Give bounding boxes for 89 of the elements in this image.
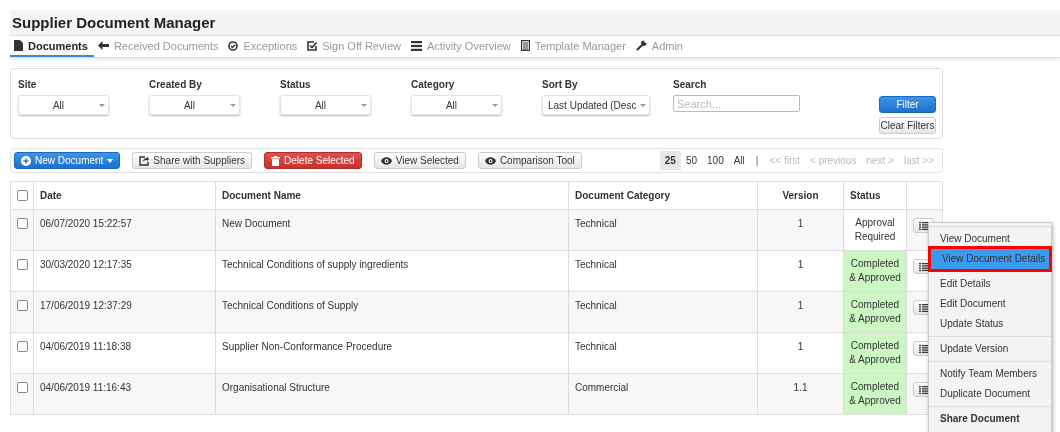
new-document-button[interactable]: New Document: [14, 152, 121, 169]
column-header: Date: [33, 181, 216, 210]
eye-icon: [380, 156, 392, 165]
trash-icon: [271, 155, 281, 166]
select-all-checkbox[interactable]: [17, 190, 28, 201]
column-header: Version: [757, 181, 844, 210]
list-icon: [918, 303, 929, 312]
field-label: Created By: [149, 79, 203, 90]
page-size-option[interactable]: 50: [680, 151, 702, 170]
category-cell: Commercial: [568, 373, 758, 415]
field-label: Site: [18, 79, 38, 90]
row-checkbox[interactable]: [17, 382, 28, 393]
dropdown[interactable]: All: [280, 95, 371, 115]
share-button[interactable]: Share with Suppliers: [132, 152, 253, 169]
category-cell: Technical: [568, 291, 758, 333]
category-cell: Technical: [568, 209, 758, 251]
version-cell: 1.1: [757, 373, 844, 415]
spreadsheet-icon: [520, 40, 530, 51]
menu-item[interactable]: Edit Document: [929, 294, 1051, 314]
share-icon: [139, 155, 150, 166]
dropdown[interactable]: All: [149, 95, 240, 115]
version-cell: 1: [757, 250, 844, 292]
file-icon: [14, 40, 23, 51]
field-label: Search: [673, 79, 708, 90]
list-icon: [918, 344, 929, 353]
name-cell: Technical Conditions of Supply: [215, 291, 569, 333]
eye-icon: [484, 156, 496, 165]
date-cell: 06/07/2020 15:22:57: [33, 209, 216, 251]
row-checkbox[interactable]: [17, 259, 28, 270]
menu-item[interactable]: Update Version: [929, 339, 1051, 359]
list-icon: [918, 221, 929, 230]
status-cell: Completed & Approved: [843, 291, 907, 333]
dropdown[interactable]: All: [18, 95, 109, 115]
filter-button[interactable]: Filter: [879, 96, 936, 113]
clear-filters-button[interactable]: Clear Filters: [879, 117, 936, 134]
date-cell: 17/06/2019 12:37:29: [33, 291, 216, 333]
page-title: Supplier Document Manager: [10, 10, 1060, 36]
status-cell: Completed & Approved: [843, 332, 907, 374]
list-icon: [918, 385, 929, 394]
category-cell: Technical: [568, 250, 758, 292]
date-cell: 30/03/2020 12:17:35: [33, 250, 216, 292]
row-checkbox[interactable]: [17, 300, 28, 311]
divider-text: |: [754, 155, 760, 166]
menu-item[interactable]: Edit Details: [929, 274, 1051, 294]
field-label: Status: [280, 79, 312, 90]
view-button[interactable]: View Selected: [373, 152, 466, 169]
dropdown[interactable]: All: [411, 95, 502, 115]
category-cell: Technical: [568, 332, 758, 374]
list-icon: [918, 262, 929, 271]
menu-item[interactable]: Notify Team Members: [929, 364, 1051, 384]
page-size-option[interactable]: 25: [659, 151, 681, 170]
nav-tab[interactable]: Documents: [10, 36, 94, 57]
view-button[interactable]: Comparison Tool: [477, 152, 582, 169]
caret-icon: [107, 158, 114, 163]
name-cell: Organisational Structure: [215, 373, 569, 415]
plus-circle-icon: [21, 155, 31, 166]
delete-button[interactable]: Delete Selected: [264, 152, 362, 169]
version-cell: 1: [757, 209, 844, 251]
version-cell: 1: [757, 291, 844, 333]
menu-item[interactable]: Duplicate Document: [929, 384, 1051, 404]
name-cell: Supplier Non-Conformance Procedure: [215, 332, 569, 374]
menu-item[interactable]: View Document Details: [931, 249, 1049, 269]
arrow-left-icon: [97, 41, 109, 50]
name-cell: Technical Conditions of supply ingredients: [215, 250, 569, 292]
date-cell: 04/06/2019 11:18:38: [33, 332, 216, 374]
page-size-option[interactable]: 100: [702, 151, 729, 170]
row-checkbox[interactable]: [17, 341, 28, 352]
search-field[interactable]: Search...: [673, 95, 800, 112]
status-cell: Completed & Approved: [843, 250, 907, 292]
menu-item[interactable]: Share Document: [929, 409, 1051, 429]
check-circle-icon: [228, 40, 239, 51]
page-size-option[interactable]: All: [728, 151, 750, 170]
column-header: Document Category: [568, 181, 758, 210]
name-cell: New Document: [215, 209, 569, 251]
checkbox-icon: [307, 40, 318, 51]
list-icon: [410, 40, 422, 51]
version-cell: 1: [757, 332, 844, 374]
column-header: Document Name: [215, 181, 569, 210]
row-checkbox[interactable]: [17, 218, 28, 229]
status-cell: Approval Required: [843, 209, 907, 251]
field-label: Category: [411, 79, 456, 90]
wrench-icon: [635, 40, 647, 51]
status-cell: Completed & Approved: [843, 373, 907, 415]
dropdown[interactable]: Last Updated (Desc: [542, 95, 650, 115]
menu-item[interactable]: View Document: [929, 229, 1051, 249]
column-header: Status: [843, 181, 907, 210]
menu-item[interactable]: Update Status: [929, 314, 1051, 334]
field-label: Sort By: [542, 79, 579, 90]
date-cell: 04/06/2019 11:16:43: [33, 373, 216, 415]
